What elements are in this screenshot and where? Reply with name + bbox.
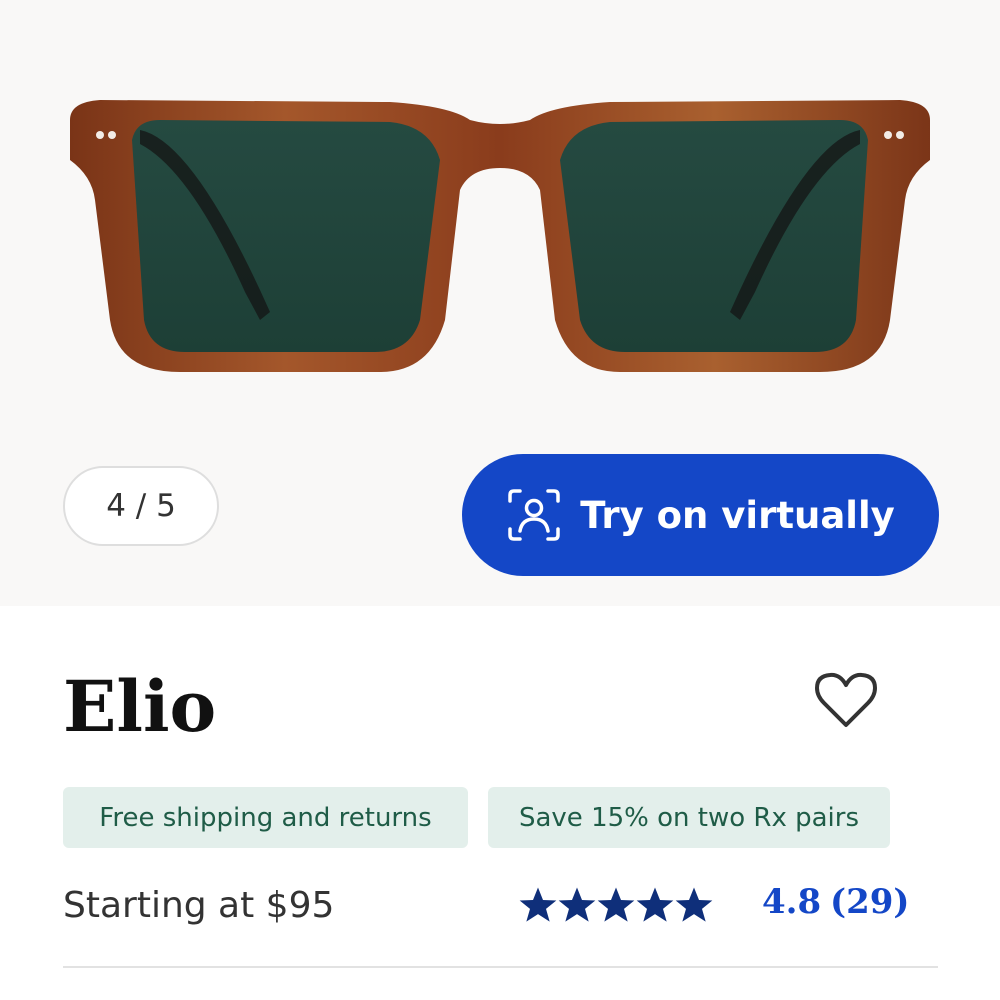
- product-image: [70, 100, 930, 372]
- try-on-virtually-button[interactable]: Try on virtually: [462, 454, 939, 576]
- image-counter: 4 / 5: [63, 466, 219, 546]
- star-rating[interactable]: [518, 885, 713, 929]
- heart-outline-icon[interactable]: [815, 672, 877, 730]
- divider: [63, 966, 938, 968]
- rx-discount-badge: Save 15% on two Rx pairs: [488, 787, 890, 848]
- free-shipping-badge: Free shipping and returns: [63, 787, 468, 848]
- product-gallery[interactable]: 4 / 5 Try on virtually: [0, 0, 1000, 606]
- try-on-label: Try on virtually: [580, 493, 895, 537]
- star-icon: [597, 887, 635, 922]
- review-count-link[interactable]: (29): [830, 882, 910, 922]
- star-icon: [675, 887, 713, 922]
- face-scan-icon: [508, 489, 560, 541]
- star-icon: [519, 887, 557, 922]
- star-icon: [558, 887, 596, 922]
- rating-value: 4.8: [762, 882, 822, 922]
- starting-price: Starting at $95: [63, 885, 335, 926]
- star-icon: [636, 887, 674, 922]
- product-title: Elio: [63, 665, 217, 748]
